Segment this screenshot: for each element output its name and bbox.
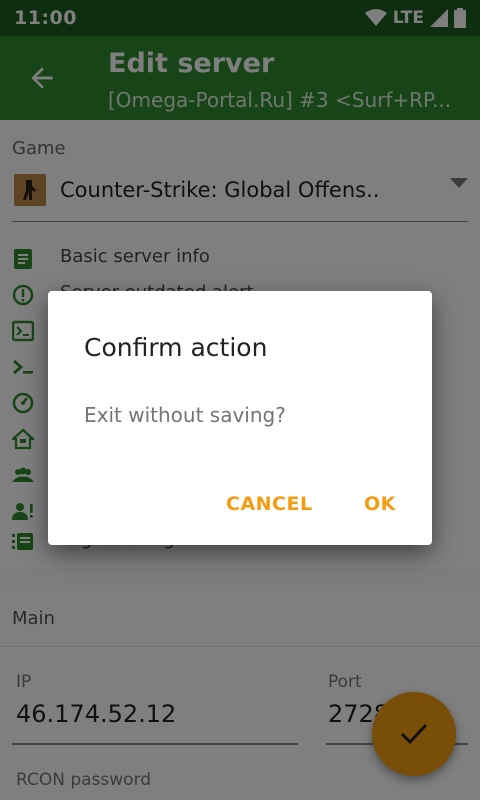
dialog-message: Exit without saving? [84,403,286,427]
cancel-button[interactable]: CANCEL [226,493,313,515]
dialog-title: Confirm action [84,333,268,362]
confirm-dialog: Confirm action Exit without saving? CANC… [48,291,432,545]
ok-button[interactable]: OK [364,493,396,515]
